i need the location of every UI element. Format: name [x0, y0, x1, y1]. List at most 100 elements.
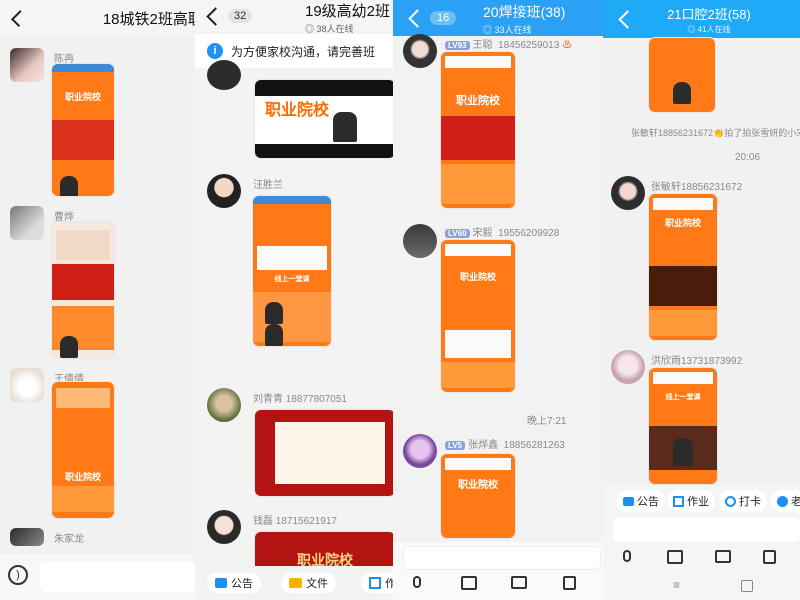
message-input[interactable]	[403, 546, 601, 570]
avatar[interactable]	[207, 510, 241, 544]
folder-icon	[289, 578, 302, 588]
teacher-button[interactable]: 老	[771, 490, 800, 512]
unread-badge: 32	[228, 9, 253, 23]
fire-icon: ♨	[562, 40, 573, 51]
microphone-icon[interactable]	[413, 576, 421, 588]
back-icon[interactable]	[10, 9, 28, 27]
chat-panel-18-rail: 18城铁2班高职班 陈冉 职业院校 曹烨 王倩倩 职业院校 朱家龙 )	[0, 0, 195, 600]
image-icon[interactable]	[461, 576, 477, 590]
shared-poster-card[interactable]: 职业院校	[441, 240, 515, 392]
avatar[interactable]	[207, 60, 241, 90]
edit-icon	[369, 577, 381, 589]
quick-tools: 公告 文件 作	[195, 566, 393, 600]
level-badge: LV5	[445, 441, 466, 450]
chat-title: 19级高幼2班	[305, 3, 391, 20]
poster-headline: 职业院校	[459, 272, 496, 282]
sender-name: 汪胜兰	[253, 180, 283, 191]
system-message: 张敏轩18856231672👏拍了拍张雪妍的小宋4	[631, 128, 800, 138]
microphone-icon[interactable]	[623, 550, 631, 562]
shared-poster-card[interactable]: 职业院校	[441, 454, 515, 538]
chat-panel-20-welding: 16 20焊接班(38) ◎ 33人在线 LV93 王聪 18456259013 …	[393, 0, 603, 600]
avatar[interactable]	[403, 34, 437, 68]
camera-icon[interactable]	[511, 576, 527, 589]
poster-sub: 线上一堂课	[274, 276, 310, 283]
avatar[interactable]	[611, 176, 645, 210]
sender-name: LV93 王聪 18456259013 ♨	[445, 36, 572, 51]
avatar[interactable]	[403, 224, 437, 258]
timestamp: 20:06	[735, 152, 761, 163]
gift-icon[interactable]	[563, 576, 576, 590]
back-icon[interactable]	[618, 9, 637, 29]
avatar[interactable]	[10, 368, 44, 402]
avatar[interactable]	[10, 206, 44, 240]
megaphone-icon	[623, 496, 634, 506]
shared-poster-card[interactable]	[649, 38, 715, 112]
bottom-area: 公告 作业 打卡 老 ≡	[603, 486, 800, 600]
chat-title: 20焊接班(38)	[483, 4, 566, 20]
image-icon[interactable]	[667, 550, 683, 564]
chat-panel-19-preschool: 32 19级高幼2班 ◎ 38人在线 i 为方便家校沟通，请完善班 职业院校 汪…	[195, 0, 393, 600]
poster-headline: 职业院校	[64, 472, 101, 482]
sender-name: LV5 张烨鑫 18856281263	[445, 436, 565, 451]
online-count: ◎ 41人在线	[687, 25, 731, 34]
avatar[interactable]	[10, 48, 44, 82]
megaphone-icon	[215, 578, 227, 588]
sender-name: 洪欣雨13731873992	[651, 356, 743, 367]
notice-text: 为方便家校沟通，请完善班	[231, 44, 376, 59]
sender-name: 刘青青 18877807051	[253, 394, 347, 405]
back-icon[interactable]	[206, 6, 225, 26]
checkin-button[interactable]: 打卡	[719, 490, 767, 512]
chat-title: 18城铁2班高职班	[102, 10, 195, 28]
poster-headline: 职业院校	[64, 92, 101, 102]
home-nav-icon[interactable]	[741, 580, 753, 592]
avatar[interactable]	[10, 528, 44, 546]
avatar[interactable]	[403, 434, 437, 468]
poster-headline: 职业院校	[458, 480, 498, 491]
shared-poster-card[interactable]: 职业院校	[52, 64, 114, 196]
input-bar: )	[0, 554, 195, 600]
poster-headline: 职业院校	[664, 218, 701, 228]
shared-video-card[interactable]: 职业院校	[255, 80, 393, 158]
unread-badge: 16	[430, 11, 457, 25]
poster-headline: 职业院校	[265, 102, 330, 119]
shared-poster-card[interactable]: 线上一堂课	[253, 196, 331, 346]
voice-icon[interactable]: )	[8, 565, 28, 585]
chat-header: 18城铁2班高职班	[0, 0, 195, 36]
sender-name: 曹烨	[54, 212, 74, 223]
shared-document-card[interactable]	[255, 410, 393, 496]
shared-poster-card[interactable]: 线上一堂课	[649, 368, 717, 484]
sender-name: 张敏轩18856231672	[651, 182, 743, 193]
avatar[interactable]	[207, 174, 241, 208]
homework-button[interactable]: 作	[361, 573, 393, 593]
camera-icon[interactable]	[715, 550, 731, 563]
homework-button[interactable]: 作业	[667, 490, 715, 512]
sender-name: 朱家龙	[54, 534, 84, 545]
chat-header: 21口腔2班(58) ◎ 41人在线	[603, 0, 800, 38]
online-count: ◎ 33人在线	[483, 25, 532, 35]
announcement-button[interactable]: 公告	[207, 573, 261, 593]
gift-icon[interactable]	[763, 550, 776, 564]
menu-nav-icon[interactable]: ≡	[673, 578, 680, 592]
file-button[interactable]: 文件	[281, 573, 336, 593]
smile-icon	[777, 495, 788, 507]
shared-poster-card[interactable]: 职业院校	[52, 382, 114, 518]
info-icon: i	[207, 43, 223, 59]
shared-poster-card[interactable]	[52, 222, 114, 358]
back-icon[interactable]	[408, 8, 427, 28]
avatar[interactable]	[207, 388, 241, 422]
check-circle-icon	[725, 495, 736, 507]
timestamp: 晚上7:21	[527, 416, 567, 427]
shared-poster-card[interactable]: 职业院校	[649, 194, 717, 340]
avatar[interactable]	[611, 350, 645, 384]
edit-icon	[673, 495, 684, 507]
level-badge: LV60	[445, 229, 470, 238]
message-input[interactable]	[40, 562, 195, 592]
input-bar	[393, 542, 603, 600]
message-input[interactable]	[613, 518, 800, 542]
chat-header: 16 20焊接班(38) ◎ 33人在线	[393, 0, 603, 36]
shared-poster-card[interactable]: 职业院校	[441, 52, 515, 208]
sender-name: LV60 宋毅 19556209928	[445, 224, 559, 239]
sender-name: 钱磊 18715621917	[253, 516, 337, 527]
level-badge: LV93	[445, 41, 470, 50]
announcement-button[interactable]: 公告	[617, 490, 665, 512]
